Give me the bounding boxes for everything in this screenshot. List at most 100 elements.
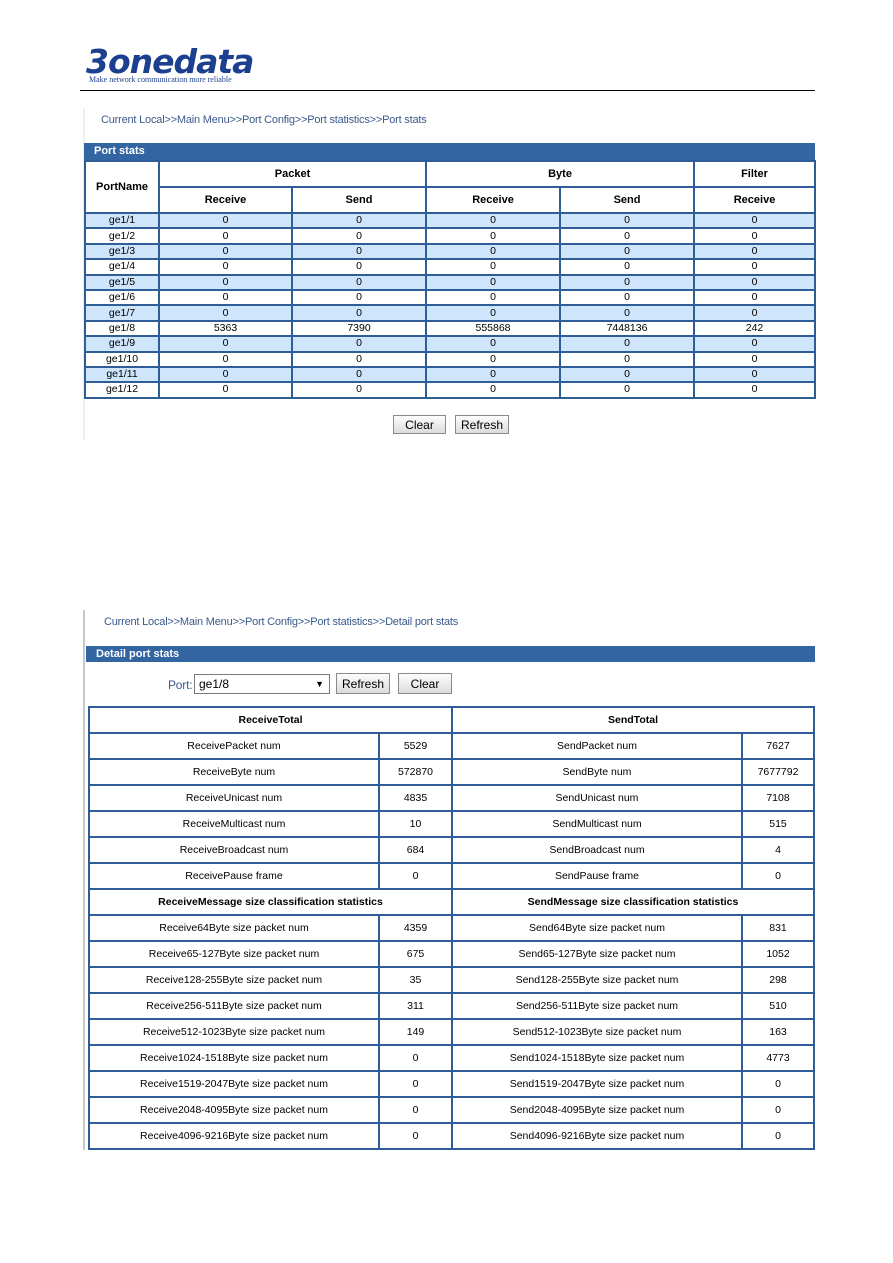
stat-cell: 0 [693, 381, 817, 399]
table-row: Receive2048-4095Byte size packet num 0 Sen… [88, 1096, 816, 1124]
stat-label: SendBroadcast num [451, 836, 743, 864]
table-row: ge1/2 0 0 0 0 0 [84, 227, 817, 245]
section-header: ReceiveTotal [88, 706, 453, 734]
stat-value: 1052 [740, 940, 816, 968]
col-byte: Byte [425, 160, 696, 188]
stat-cell: 0 [425, 304, 562, 322]
stat-value: 0 [740, 1096, 816, 1124]
stat-cell: 7448136 [559, 319, 696, 338]
stat-cell: 0 [158, 304, 293, 322]
stat-cell: 0 [425, 381, 562, 399]
stat-label: SendPacket num [451, 732, 743, 760]
stat-label: SendByte num [451, 758, 743, 786]
stat-value: 311 [378, 992, 453, 1020]
stat-cell: 0 [425, 242, 562, 261]
stat-cell: 0 [559, 381, 696, 399]
detail-stats-table: ReceiveTotal SendTotal ReceivePacket num 55… [88, 706, 816, 1150]
stat-label: Receive128-255Byte size packet num [88, 966, 380, 994]
stat-cell: 0 [158, 211, 293, 230]
table-row: Receive256-511Byte size packet num 311 Sen… [88, 992, 816, 1020]
section-header: SendMessage size classification statisti… [450, 888, 816, 916]
stat-cell: 0 [559, 258, 696, 276]
stat-cell: 0 [290, 273, 428, 291]
stat-cell: 5363 [158, 319, 293, 338]
panel-title: Detail port stats [86, 646, 815, 662]
stat-value: 675 [378, 940, 453, 968]
stat-label: Send1024-1518Byte size packet num [451, 1044, 743, 1072]
stat-value: 4773 [740, 1044, 816, 1072]
stat-cell: 0 [290, 335, 428, 353]
table-row: ge1/5 0 0 0 0 0 [84, 273, 817, 291]
table-row: Receive4096-9216Byte size packet num 0 Sen… [88, 1122, 816, 1150]
table-row: ReceiveUnicast num 4835 SendUnicast num 710… [88, 784, 816, 812]
stat-value: 0 [740, 862, 816, 890]
stat-cell: 0 [559, 288, 696, 307]
refresh-button[interactable]: Refresh [336, 673, 390, 694]
stat-label: Receive65-127Byte size packet num [88, 940, 380, 968]
port-select[interactable]: ge1/8 ▼ [194, 674, 330, 694]
table-row: ge1/4 0 0 0 0 0 [84, 258, 817, 276]
stat-cell: 0 [693, 273, 817, 291]
port-select-value: ge1/8 [199, 677, 230, 691]
breadcrumb: Current Local>>Main Menu>>Port Config>>P… [104, 616, 459, 628]
stat-label: ReceivePacket num [88, 732, 380, 760]
stat-value: 7108 [740, 784, 816, 812]
port-name-cell: ge1/3 [84, 242, 160, 261]
clear-button[interactable]: Clear [393, 415, 446, 434]
stat-cell: 0 [425, 335, 562, 353]
stat-label: Send512-1023Byte size packet num [451, 1018, 743, 1046]
table-row: ReceivePacket num 5529 SendPacket num 7627 [88, 732, 816, 760]
stat-cell: 0 [158, 242, 293, 261]
stat-cell: 0 [693, 288, 817, 307]
refresh-button[interactable]: Refresh [455, 415, 509, 434]
stat-label: SendMulticast num [451, 810, 743, 838]
stat-cell: 0 [290, 258, 428, 276]
table-row: ge1/8 5363 7390 555868 7448136 242 [84, 319, 817, 338]
stat-value: 10 [378, 810, 453, 838]
stat-cell: 0 [559, 365, 696, 384]
port-stats-table: PortName Packet Byte Filter Receive Send… [84, 160, 817, 399]
brand-tagline: Make network communication more reliable [89, 75, 232, 84]
table-row: Receive64Byte size packet num 4359 Send64B… [88, 914, 816, 942]
stat-label: Send128-255Byte size packet num [451, 966, 743, 994]
stat-value: 4835 [378, 784, 453, 812]
stat-cell: 0 [290, 227, 428, 245]
col-filter: Filter [693, 160, 817, 188]
breadcrumb: Current Local>>Main Menu>>Port Config>>P… [101, 114, 427, 126]
clear-button[interactable]: Clear [398, 673, 452, 694]
stat-value: 4359 [378, 914, 453, 942]
stat-label: Send1519-2047Byte size packet num [451, 1070, 743, 1098]
table-row: Receive1024-1518Byte size packet num 0 Sen… [88, 1044, 816, 1072]
panel-left-border [83, 610, 85, 1150]
port-name-cell: ge1/8 [84, 319, 160, 338]
stat-cell: 0 [158, 227, 293, 245]
table-row: ge1/7 0 0 0 0 0 [84, 304, 817, 322]
stat-cell: 0 [425, 211, 562, 230]
stat-label: ReceivePause frame [88, 862, 380, 890]
stat-cell: 0 [559, 335, 696, 353]
stat-cell: 0 [693, 304, 817, 322]
stat-value: 0 [378, 1070, 453, 1098]
stat-cell: 0 [559, 242, 696, 261]
stat-cell: 0 [158, 258, 293, 276]
stat-cell: 0 [559, 304, 696, 322]
stat-cell: 0 [290, 365, 428, 384]
stat-cell: 0 [559, 211, 696, 230]
table-row: Receive512-1023Byte size packet num 149 Se… [88, 1018, 816, 1046]
table-row: ge1/11 0 0 0 0 0 [84, 365, 817, 384]
stat-label: Send4096-9216Byte size packet num [451, 1122, 743, 1150]
stat-cell: 0 [559, 273, 696, 291]
stat-cell: 242 [693, 319, 817, 338]
port-name-cell: ge1/11 [84, 365, 160, 384]
stat-cell: 0 [425, 350, 562, 368]
table-row: ge1/12 0 0 0 0 0 [84, 381, 817, 399]
table-row: Receive65-127Byte size packet num 675 Send… [88, 940, 816, 968]
stat-cell: 0 [425, 288, 562, 307]
stat-cell: 0 [425, 227, 562, 245]
table-row: ge1/9 0 0 0 0 0 [84, 335, 817, 353]
stat-value: 0 [740, 1122, 816, 1150]
table-row: ReceiveBroadcast num 684 SendBroadcast num… [88, 836, 816, 864]
stat-value: 0 [378, 1096, 453, 1124]
table-row: ge1/3 0 0 0 0 0 [84, 242, 817, 261]
table-row: ge1/1 0 0 0 0 0 [84, 211, 817, 230]
